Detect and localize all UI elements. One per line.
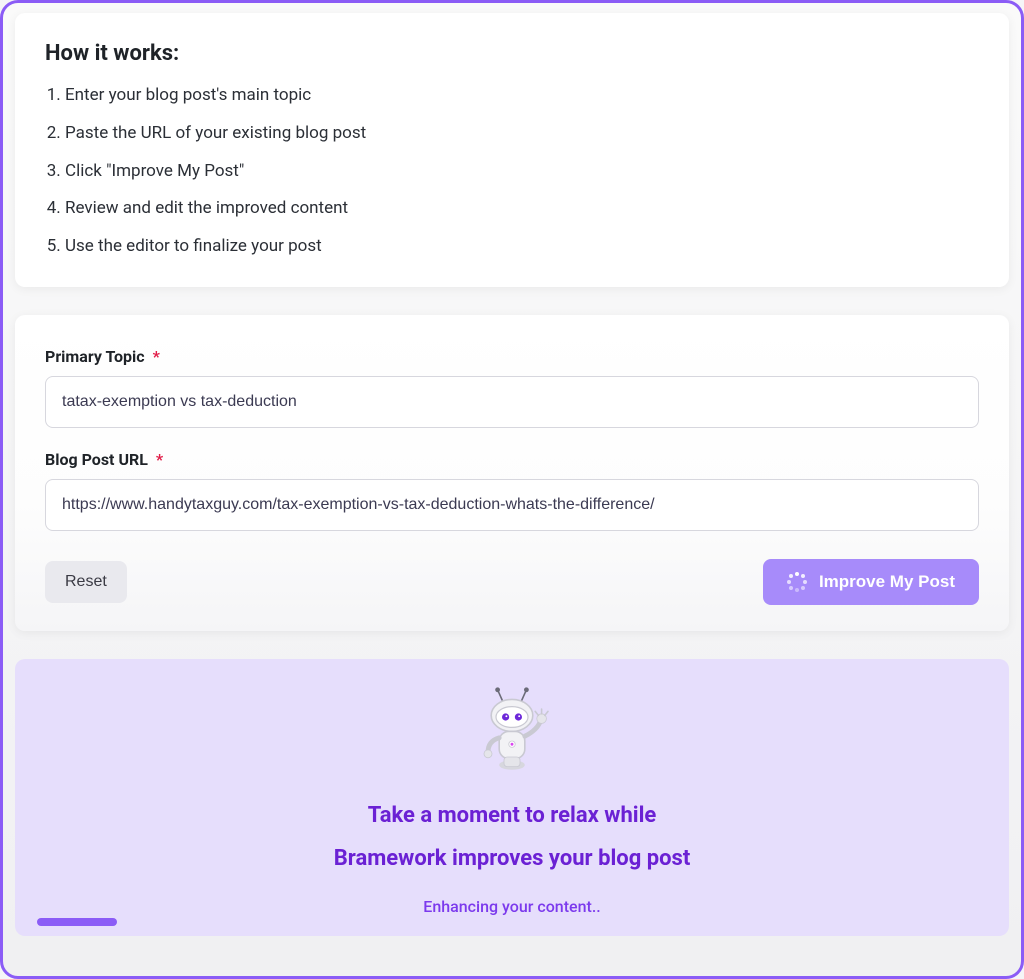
progress-bar: [37, 918, 117, 926]
improve-button-label: Improve My Post: [819, 572, 955, 592]
how-step: Click "Improve My Post": [65, 160, 979, 184]
how-step: Enter your blog post's main topic: [65, 84, 979, 108]
robot-illustration: [35, 685, 989, 781]
form-actions: Reset Improve My Post: [45, 559, 979, 605]
blog-url-label-text: Blog Post URL: [45, 450, 148, 469]
loading-message-line2: Bramework improves your blog post: [35, 842, 989, 875]
primary-topic-input[interactable]: [45, 376, 979, 428]
blog-url-label: Blog Post URL *: [45, 450, 979, 469]
app-frame: How it works: Enter your blog post's mai…: [0, 0, 1024, 979]
how-step: Use the editor to finalize your post: [65, 235, 979, 259]
form-card: Primary Topic * Blog Post URL * Reset Im…: [15, 315, 1009, 631]
robot-icon: [464, 685, 560, 781]
how-step: Review and edit the improved content: [65, 197, 979, 221]
primary-topic-label-text: Primary Topic: [45, 347, 145, 366]
blog-url-input[interactable]: [45, 479, 979, 531]
required-mark: *: [153, 347, 160, 366]
how-step: Paste the URL of your existing blog post: [65, 122, 979, 146]
loading-spinner-icon: [787, 572, 807, 592]
how-it-works-title: How it works:: [45, 41, 979, 66]
loading-panel: Take a moment to relax while Bramework i…: [15, 659, 1009, 936]
primary-topic-label: Primary Topic *: [45, 347, 979, 366]
improve-my-post-button[interactable]: Improve My Post: [763, 559, 979, 605]
required-mark: *: [156, 450, 163, 469]
how-it-works-card: How it works: Enter your blog post's mai…: [15, 13, 1009, 287]
loading-status-text: Enhancing your content..: [35, 897, 989, 916]
reset-button[interactable]: Reset: [45, 561, 127, 603]
loading-message-line1: Take a moment to relax while: [35, 799, 989, 832]
how-it-works-list: Enter your blog post's main topic Paste …: [45, 84, 979, 259]
